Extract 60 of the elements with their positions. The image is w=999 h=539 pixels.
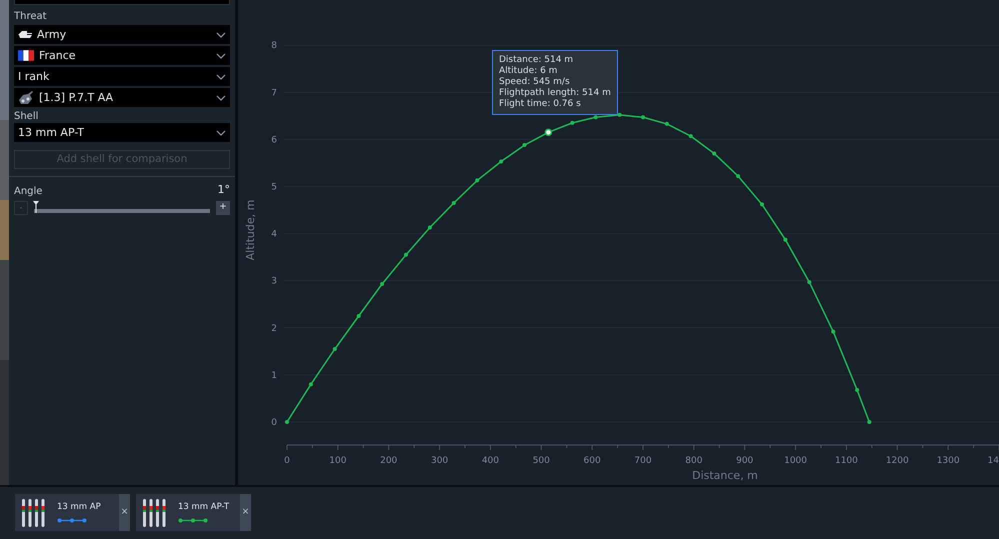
x-axis-title: Distance, m <box>692 469 758 482</box>
angle-label: Angle <box>14 184 42 198</box>
tank-icon <box>18 31 32 38</box>
shell-card[interactable]: 13 mm AP × <box>15 494 130 531</box>
x-tick-label: 1200 <box>886 456 909 466</box>
tooltip-line: Speed: 545 m/s <box>499 77 571 88</box>
increase-button[interactable]: + <box>216 200 230 214</box>
section-label: Threat <box>14 10 48 23</box>
x-tick-label: 400 <box>482 456 500 466</box>
angle-reading: 1° <box>218 182 230 198</box>
x-tick-label: 600 <box>584 456 601 466</box>
remove-button[interactable]: × <box>240 494 251 531</box>
y-tick-label: 3 <box>271 276 277 287</box>
shells-icon <box>142 498 168 526</box>
tooltip-line: Altitude: 6 m <box>499 66 558 77</box>
slider-thumb[interactable] <box>32 201 39 213</box>
y-tick-label: 2 <box>271 324 277 334</box>
tooltip-line: Flightpath length: 514 m <box>499 88 611 99</box>
x-tick-label: 700 <box>634 456 652 466</box>
y-tick-label: 6 <box>271 135 277 146</box>
x-tick-label: 200 <box>380 456 398 466</box>
y-tick-label: 5 <box>271 182 277 192</box>
y-tick-label: 7 <box>271 88 277 98</box>
x-tick-label: 300 <box>430 456 448 466</box>
x-tick-label: 0 <box>284 456 290 466</box>
y-tick-label: 4 <box>271 230 277 240</box>
shell-card[interactable]: 13 mm AP-T × <box>136 494 251 531</box>
x-tick-label: 900 <box>736 456 754 466</box>
x-tick-label: 1300 <box>936 456 960 466</box>
shells-icon <box>21 498 47 526</box>
chevron-down-icon <box>216 94 226 100</box>
x-tick-label: 1000 <box>784 456 808 466</box>
select-field[interactable]: France <box>14 46 230 65</box>
y-tick-label: 0 <box>271 418 277 428</box>
x-tick-label: 1100 <box>834 456 858 466</box>
y-tick-label: 8 <box>271 41 277 52</box>
select-field[interactable] <box>14 0 230 5</box>
vehicle-icon <box>18 91 34 104</box>
select-field[interactable]: 13 mm AP-T <box>14 123 230 142</box>
slider-track[interactable] <box>34 201 210 214</box>
remove-button[interactable]: × <box>119 494 130 531</box>
x-tick-label: 14 <box>988 456 999 466</box>
y-tick-label: 1 <box>271 370 277 381</box>
select-field[interactable]: I rank <box>14 67 230 86</box>
flag-icon <box>18 50 34 61</box>
select-field[interactable]: Army <box>14 25 230 44</box>
section-label: Shell <box>14 110 40 123</box>
shell-name: 13 mm AP <box>57 502 101 512</box>
x-tick-label: 500 <box>532 456 550 466</box>
chevron-down-icon <box>216 32 226 38</box>
select-field[interactable]: [1.3] P.7.T AA <box>14 88 230 107</box>
x-tick-label: 100 <box>329 456 346 466</box>
tooltip-line: Flight time: 0.76 s <box>499 99 582 110</box>
tooltip-line: Distance: 514 m <box>499 55 574 66</box>
shell-name: 13 mm AP-T <box>178 502 230 512</box>
chevron-down-icon <box>216 130 226 136</box>
y-axis-title: Altitude, m <box>244 200 257 260</box>
chevron-down-icon <box>216 74 226 80</box>
x-tick-label: 800 <box>685 456 702 466</box>
chevron-down-icon <box>216 52 226 58</box>
